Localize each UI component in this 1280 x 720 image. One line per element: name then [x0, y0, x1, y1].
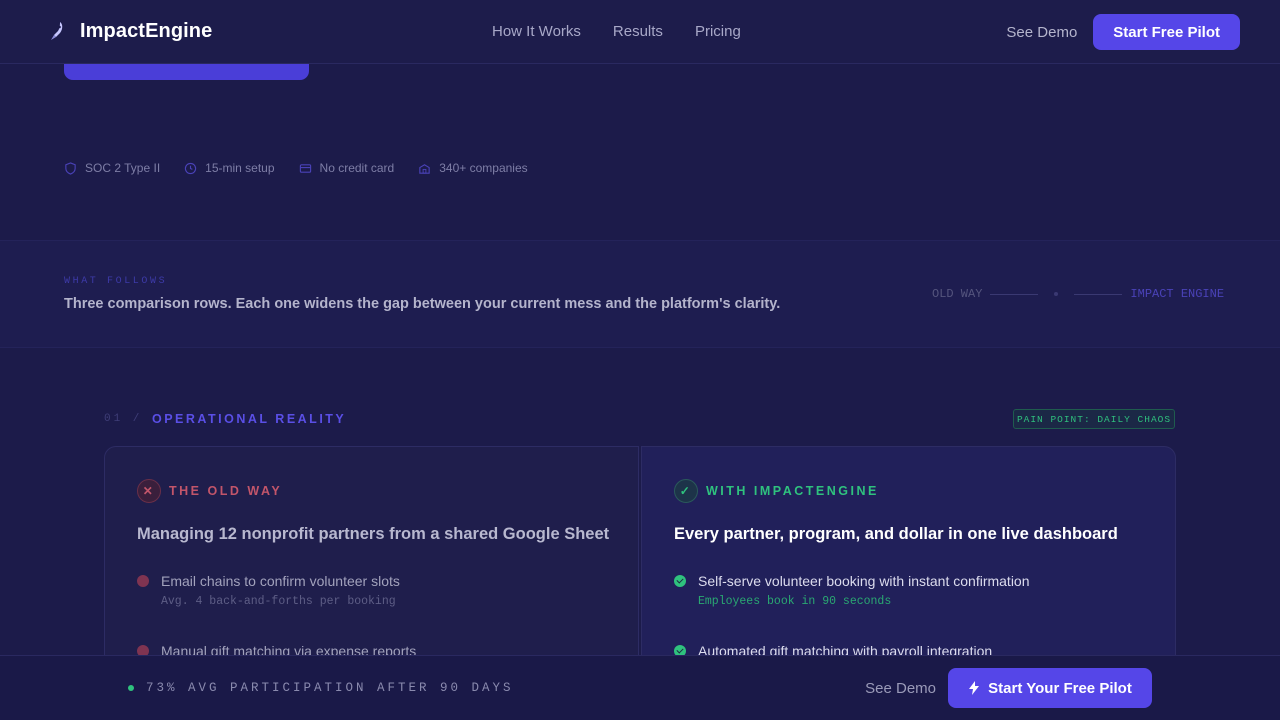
header-actions: See Demo Start Free Pilot — [1006, 14, 1240, 50]
trust-label: No credit card — [319, 161, 395, 175]
trust-label: SOC 2 Type II — [85, 161, 161, 175]
trust-item-soc2: SOC 2 Type II — [64, 161, 160, 175]
brand[interactable]: ImpactEngine — [48, 20, 212, 43]
band-description: Three comparison rows. Each one widens t… — [64, 296, 781, 312]
building-icon — [419, 163, 430, 174]
old-way-title: Managing 12 nonprofit partners from a sh… — [137, 525, 610, 543]
participation-stat: 73% AVG PARTICIPATION AFTER 90 DAYS — [128, 681, 514, 695]
clock-icon — [184, 162, 197, 174]
legend-line — [990, 293, 1039, 295]
nav-how-it-works[interactable]: How It Works — [492, 23, 581, 40]
band-eyebrow: WHAT FOLLOWS — [64, 276, 168, 287]
pain-point-badge: PAIN POINT: DAILY CHAOS — [1013, 409, 1175, 429]
top-navbar: ImpactEngine How It Works Results Pricin… — [0, 0, 1280, 64]
status-dot-icon — [128, 685, 134, 691]
trust-item-companies: 340+ companies — [418, 161, 528, 175]
start-free-pilot-button[interactable]: Start Free Pilot — [1093, 14, 1240, 50]
check-circle-icon — [674, 575, 686, 587]
trust-label: 15-min setup — [205, 161, 275, 175]
item-detail: Employees book in 90 seconds — [698, 595, 892, 608]
x-icon: ✕ — [137, 479, 161, 503]
comparison-legend: OLD WAY IMPACT ENGINE — [932, 287, 1224, 301]
new-way-label-text: WITH IMPACTENGINE — [706, 484, 879, 498]
section-number: 01 / — [104, 413, 143, 425]
section-title: OPERATIONAL REALITY — [152, 412, 347, 426]
what-follows-band: WHAT FOLLOWS Three comparison rows. Each… — [0, 240, 1280, 348]
item-text: Email chains to confirm volunteer slots — [161, 573, 400, 589]
old-way-label: ✕ THE OLD WAY — [137, 479, 282, 503]
lightning-icon — [969, 681, 980, 695]
shield-icon — [65, 161, 76, 175]
old-way-label-text: THE OLD WAY — [169, 484, 283, 498]
footer-actions: See Demo Start Your Free Pilot — [865, 668, 1152, 708]
new-way-title: Every partner, program, and dollar in on… — [674, 525, 1118, 543]
main-nav: How It Works Results Pricing — [492, 23, 741, 40]
trust-label: 340+ companies — [439, 161, 528, 175]
credit-card-icon — [299, 163, 311, 173]
new-way-label: ✓ WITH IMPACTENGINE — [674, 479, 879, 503]
legend-impact-engine: IMPACT ENGINE — [1130, 287, 1225, 301]
nav-results[interactable]: Results — [613, 23, 663, 40]
stat-text: 73% AVG PARTICIPATION AFTER 90 DAYS — [146, 681, 514, 695]
brand-name: ImpactEngine — [80, 20, 213, 42]
item-detail: Avg. 4 back-and-forths per booking — [161, 595, 396, 608]
minus-icon — [137, 575, 149, 587]
legend-dot — [1054, 292, 1059, 296]
check-icon: ✓ — [674, 479, 698, 503]
trust-item-no-card: No credit card — [299, 161, 395, 175]
footer-see-demo-link[interactable]: See Demo — [865, 680, 936, 697]
trust-item-setup: 15-min setup — [184, 161, 275, 175]
sticky-cta-bar: 73% AVG PARTICIPATION AFTER 90 DAYS See … — [0, 655, 1280, 720]
trust-badges: SOC 2 Type II 15-min setup No credit car… — [64, 161, 528, 175]
item-text: Self-serve volunteer booking with instan… — [698, 573, 1030, 589]
start-your-free-pilot-button[interactable]: Start Your Free Pilot — [948, 668, 1152, 708]
nav-pricing[interactable]: Pricing — [695, 23, 741, 40]
legend-line — [1074, 293, 1123, 295]
see-demo-link[interactable]: See Demo — [1006, 24, 1077, 41]
legend-old-way: OLD WAY — [932, 287, 983, 301]
rocket-icon — [51, 21, 63, 40]
button-label: Start Your Free Pilot — [988, 679, 1132, 697]
